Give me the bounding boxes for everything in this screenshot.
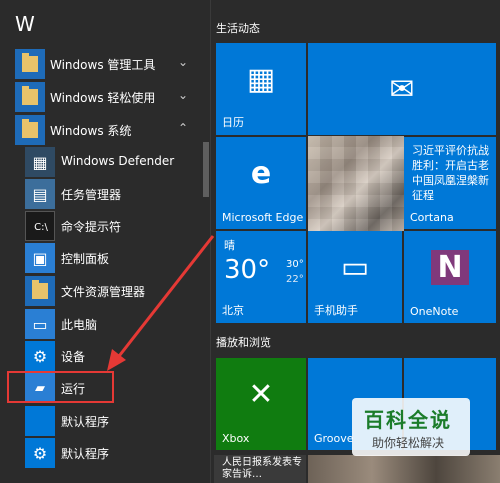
tile-label: 手机助手	[314, 304, 358, 317]
tile-label: 日历	[222, 116, 244, 129]
folder-icon	[15, 82, 45, 112]
chevron-down-icon[interactable]: ⌄	[178, 88, 188, 102]
app-list-item-task-manager[interactable]: ▤ 任务管理器	[0, 179, 200, 211]
default-programs-icon	[25, 406, 55, 436]
annotation-box	[7, 371, 114, 403]
app-list-item-control-panel[interactable]: ▣ 控制面板	[0, 243, 200, 275]
app-list-label: Windows Defender	[61, 154, 175, 168]
section-title-life: 生活动态	[216, 22, 260, 35]
section-title-play: 播放和浏览	[216, 336, 271, 349]
folder-icon	[15, 115, 45, 145]
xbox-icon: ✕	[248, 376, 274, 412]
defender-icon: ▦	[25, 147, 55, 177]
tile-onenote[interactable]: N OneNote	[404, 231, 496, 323]
tile-label: 北京	[222, 304, 244, 317]
gear-icon: ⚙	[25, 438, 55, 468]
tile-label: Groove	[314, 432, 354, 445]
task-manager-icon: ▤	[25, 179, 55, 209]
news-headline: 习近平评价抗战胜利：开启古老中国凤凰涅槃新征程	[412, 144, 489, 202]
tile-label: Microsoft Edge	[222, 211, 304, 224]
control-panel-icon: ▣	[25, 243, 55, 273]
app-list-label: Windows 系统	[50, 124, 132, 138]
app-list-label: 命令提示符	[61, 220, 122, 234]
app-list-label: 设备	[61, 350, 86, 364]
folder-icon	[15, 49, 45, 79]
this-pc-icon: ▭	[25, 309, 55, 339]
chevron-up-icon[interactable]: ⌃	[178, 121, 188, 135]
app-list-label: 文件资源管理器	[61, 285, 146, 299]
calendar-icon: ▦	[246, 61, 276, 97]
onenote-icon: N	[404, 231, 496, 303]
phone-icon: ▭	[340, 249, 370, 285]
app-list-label: Windows 管理工具	[50, 58, 156, 72]
app-list-label: 控制面板	[61, 252, 110, 266]
chevron-down-icon[interactable]: ⌄	[178, 55, 188, 69]
news-photo[interactable]	[308, 136, 404, 231]
tile-xbox[interactable]: ✕ Xbox	[216, 358, 306, 450]
app-list-item-command-prompt[interactable]: C:\ 命令提示符	[0, 211, 200, 243]
divider	[210, 0, 211, 483]
app-list-label: Windows 轻松使用	[50, 91, 156, 105]
weather-condition: 晴	[224, 239, 235, 252]
app-list-item-windows-ease-of-access[interactable]: Windows 轻松使用 ⌄	[0, 82, 200, 114]
weather-high: 30°	[286, 259, 304, 270]
weather-low: 22°	[286, 274, 304, 285]
scrollbar-track[interactable]	[203, 36, 209, 483]
app-list-label: 默认程序	[61, 447, 110, 461]
watermark-title: 百科全说	[364, 408, 452, 432]
tile-edge[interactable]: e Microsoft Edge	[216, 137, 306, 229]
app-list-label: 默认程序	[61, 415, 110, 429]
app-list-label: 此电脑	[61, 318, 98, 332]
mail-icon: ✉	[389, 71, 415, 107]
app-list-item-file-explorer[interactable]: 文件资源管理器	[0, 276, 200, 308]
start-menu-app-list: W Windows 管理工具 ⌄ Windows 轻松使用 ⌄ Windows …	[0, 0, 214, 483]
weather-temperature: 30°	[224, 255, 271, 285]
tile-news-2[interactable]: 人民日报系发表专家告诉…	[214, 455, 306, 483]
gear-icon: ⚙	[25, 341, 55, 371]
scrollbar-thumb[interactable]	[203, 142, 209, 197]
app-list-item-default-programs[interactable]: 默认程序	[0, 406, 200, 438]
file-explorer-icon	[25, 276, 55, 306]
tile-calendar[interactable]: ▦ 日历	[216, 43, 306, 135]
app-list-item-devices[interactable]: ⚙ 设备	[0, 341, 200, 373]
letter-group-header[interactable]: W	[15, 12, 35, 36]
tile-label: Cortana	[410, 211, 454, 224]
tile-weather[interactable]: 晴 30° 30° 22° 北京	[216, 231, 306, 323]
tile-label: OneNote	[410, 305, 459, 318]
news2-photo[interactable]	[308, 455, 500, 483]
cmd-icon: C:\	[25, 211, 55, 241]
watermark-subtitle: 助你轻松解决	[372, 436, 445, 450]
app-list-label: 任务管理器	[61, 188, 122, 202]
tile-mail[interactable]: ✉	[308, 43, 496, 135]
app-list-item-windows-system[interactable]: Windows 系统 ⌃	[0, 115, 200, 147]
tile-phone-assistant[interactable]: ▭ 手机助手	[308, 231, 402, 323]
news2-headline: 人民日报系发表专家告诉…	[222, 457, 302, 480]
app-list-item-default-programs-2[interactable]: ⚙ 默认程序	[0, 438, 200, 470]
watermark: 百科全说 助你轻松解决	[352, 398, 470, 456]
app-list-item-this-pc[interactable]: ▭ 此电脑	[0, 309, 200, 341]
tile-label: Xbox	[222, 432, 250, 445]
edge-icon: e	[250, 155, 272, 191]
tile-cortana[interactable]: Cortana	[404, 200, 496, 229]
app-list-item-windows-admin-tools[interactable]: Windows 管理工具 ⌄	[0, 49, 200, 81]
app-list-item-windows-defender[interactable]: ▦ Windows Defender	[0, 147, 200, 179]
